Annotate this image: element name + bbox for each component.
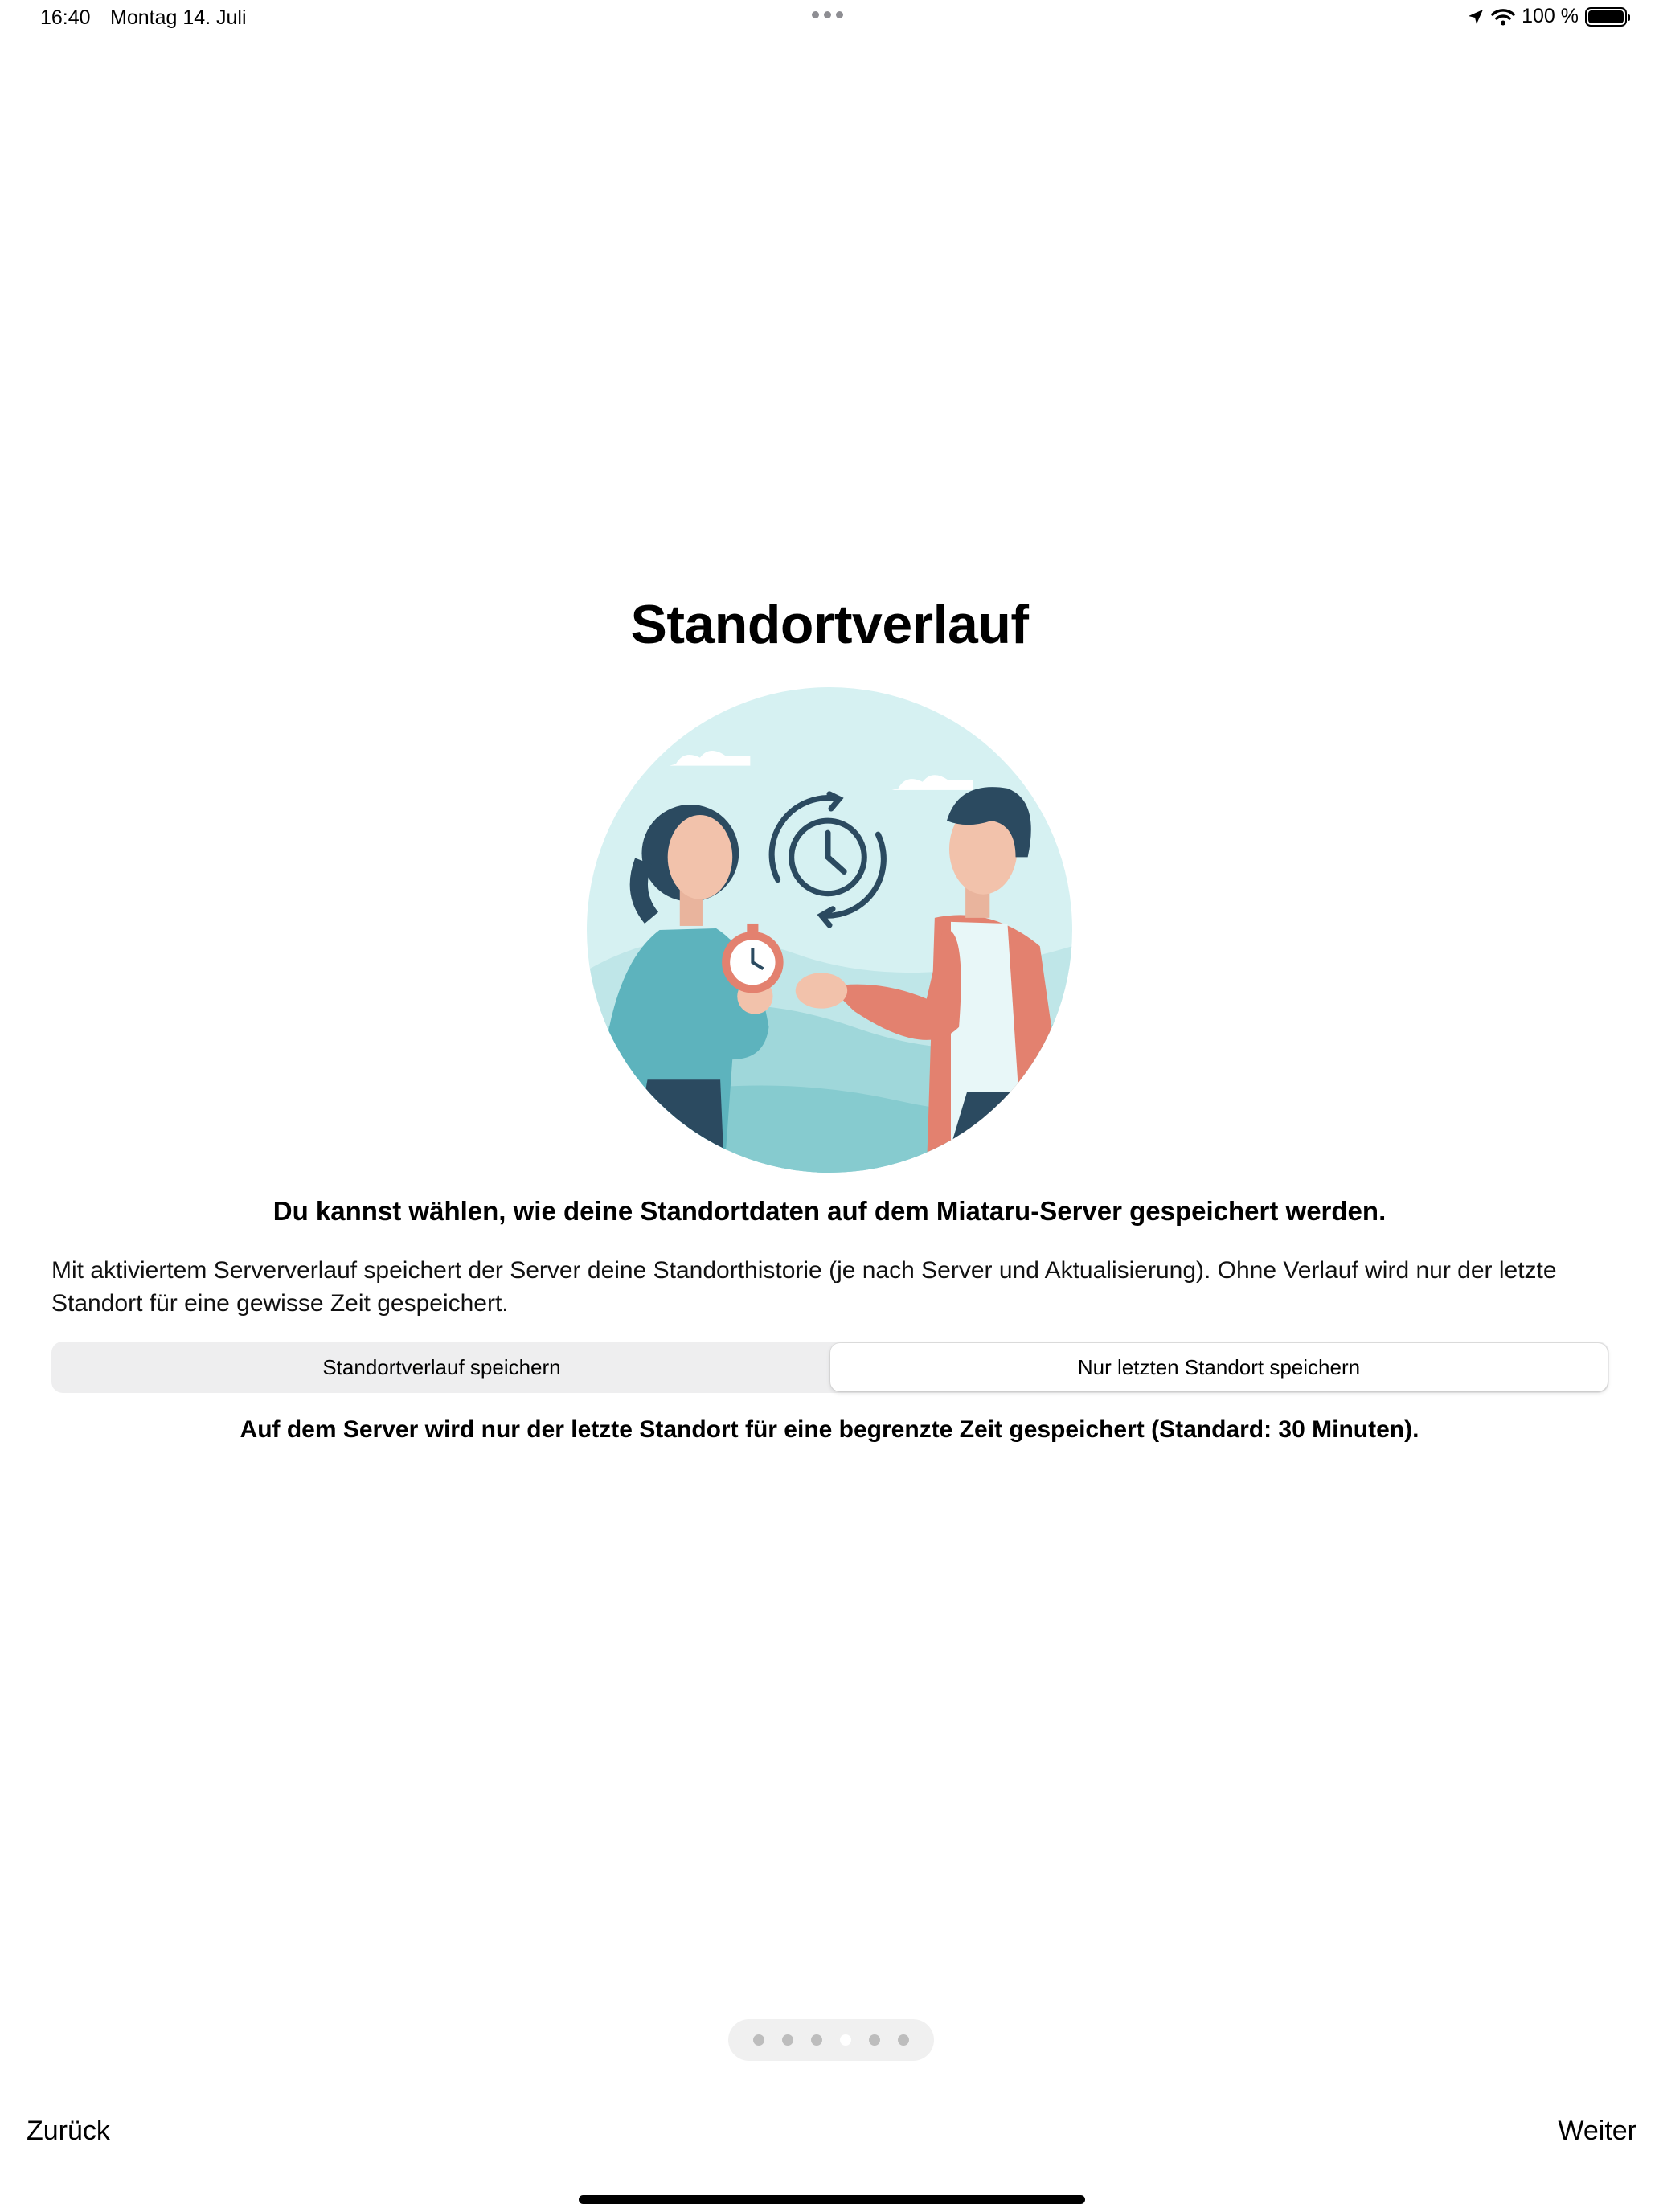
segment-save-history[interactable]: Standortverlauf speichern bbox=[53, 1343, 830, 1391]
status-date: Montag 14. Juli bbox=[110, 6, 247, 29]
back-button[interactable]: Zurück bbox=[27, 2116, 110, 2147]
multitasking-dots-icon[interactable] bbox=[812, 11, 843, 18]
page-dot[interactable] bbox=[782, 2034, 793, 2046]
status-time: 16:40 bbox=[40, 6, 91, 29]
location-history-illustration bbox=[587, 687, 1072, 1173]
page-title: Standortverlauf bbox=[630, 594, 1029, 655]
next-button[interactable]: Weiter bbox=[1558, 2116, 1636, 2147]
status-indicators: 100 % bbox=[1467, 5, 1630, 28]
selected-mode-description: Auf dem Server wird nur der letzte Stand… bbox=[240, 1416, 1419, 1443]
page-description: Mit aktiviertem Serververlauf speichert … bbox=[51, 1257, 1557, 1317]
page-indicator[interactable] bbox=[728, 2019, 934, 2061]
page-dot-current[interactable] bbox=[840, 2034, 851, 2046]
page-dot[interactable] bbox=[898, 2034, 909, 2046]
status-bar: 16:40 Montag 14. Juli 100 % bbox=[0, 0, 1659, 40]
home-indicator[interactable] bbox=[579, 2195, 1085, 2204]
history-mode-segmented-control[interactable]: Standortverlauf speichern Nur letzten St… bbox=[51, 1342, 1609, 1393]
page-headline: Du kannst wählen, wie deine Standortdate… bbox=[272, 1196, 1387, 1226]
wifi-icon bbox=[1491, 8, 1515, 25]
page-dot[interactable] bbox=[869, 2034, 880, 2046]
segment-save-last-location[interactable]: Nur letzten Standort speichern bbox=[830, 1343, 1608, 1391]
battery-percentage: 100 % bbox=[1522, 5, 1579, 27]
location-arrow-icon bbox=[1469, 9, 1484, 24]
page-dot[interactable] bbox=[811, 2034, 822, 2046]
battery-icon bbox=[1585, 6, 1630, 27]
page-dot[interactable] bbox=[753, 2034, 764, 2046]
